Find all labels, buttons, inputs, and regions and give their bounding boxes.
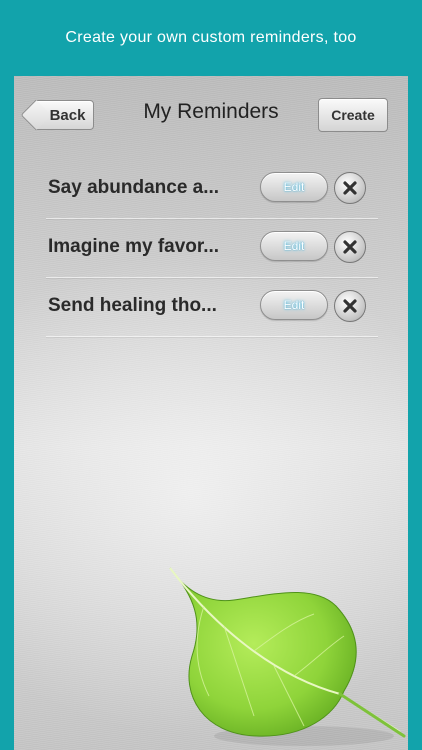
delete-button[interactable] (334, 231, 366, 263)
close-icon (343, 299, 357, 313)
navigation-bar: Back My Reminders Create (14, 76, 408, 154)
reminder-list: Say abundance a... Edit Imagine my favor… (14, 160, 408, 337)
reminder-label: Say abundance a... (48, 177, 220, 198)
edit-button[interactable]: Edit (260, 231, 328, 261)
reminder-label: Send healing tho... (48, 295, 217, 316)
back-button-label: Back (49, 106, 86, 124)
close-icon (343, 181, 357, 195)
delete-button[interactable] (334, 172, 366, 204)
list-item[interactable]: Say abundance a... Edit (46, 160, 378, 219)
delete-button[interactable] (334, 290, 366, 322)
promo-caption: Create your own custom reminders, too (65, 29, 357, 46)
leaf-icon (169, 567, 406, 746)
create-button[interactable]: Create (318, 98, 388, 132)
list-item[interactable]: Send healing tho... Edit (46, 278, 378, 337)
app-screen: Back My Reminders Create Say abundance a… (14, 76, 408, 750)
reminder-label: Imagine my favor... (48, 236, 220, 257)
edit-button[interactable]: Edit (260, 172, 328, 202)
edit-button[interactable]: Edit (260, 290, 328, 320)
list-item[interactable]: Imagine my favor... Edit (46, 219, 378, 278)
close-icon (343, 240, 357, 254)
